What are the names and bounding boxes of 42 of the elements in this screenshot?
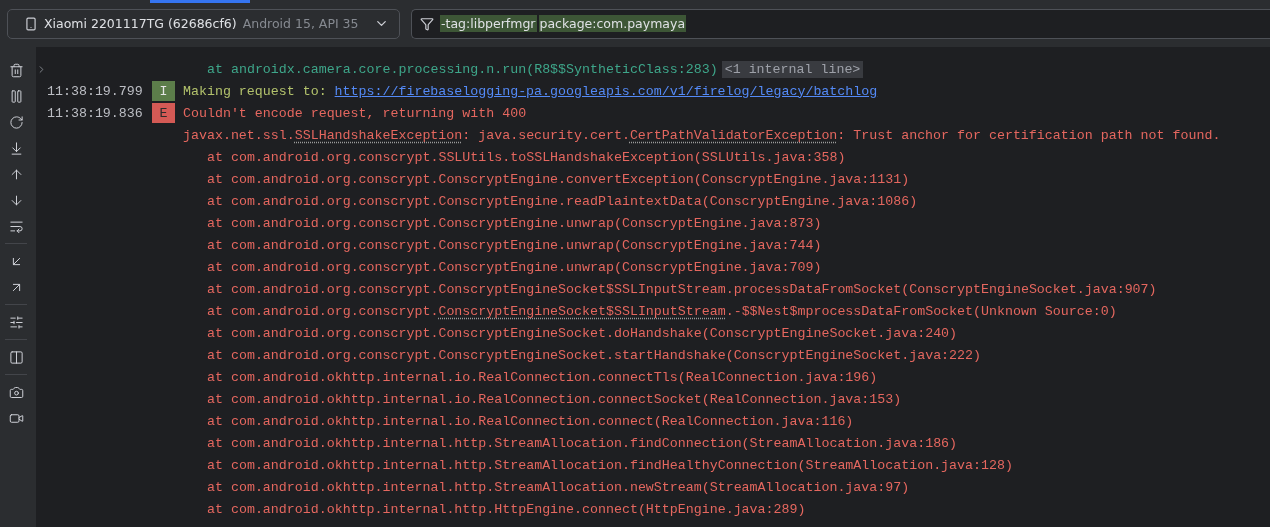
down-arrow-icon[interactable] [8,192,24,208]
stack-trace-line: at com.android.org.conscrypt.ConscryptEngine.unwrap(ConscryptEngine.java:873) [206,215,822,231]
stack-trace-line: at com.android.okhttp.internal.io.RealConnection.connect(RealConnection.java:116) [206,413,854,429]
stack-trace-line: at com.android.okhttp.internal.http.StreamAllocation.newStream(StreamAllocation.java:97) [206,479,910,495]
filter-field[interactable]: -tag:libperfmgr package:com.paymaya [411,8,1270,39]
stack-trace-line: at com.android.org.conscrypt.ConscryptEngine.convertException(ConscryptEngine.java:1131) [206,171,910,187]
timestamp: 11:38:19.799 [47,83,144,99]
soft-wrap-icon[interactable] [8,218,24,234]
stack-trace-line: at com.android.org.conscrypt.ConscryptEngineSocket.startHandshake(ConscryptEngineSocket.java:222) [206,347,981,363]
stack-trace-line: at com.android.okhttp.internal.io.RealConnection.connectSocket(RealConnection.java:153) [206,391,902,407]
stack-trace-line: at com.android.org.conscrypt.ConscryptEngineSocket$SSLInputStream.processDataFromSocket(ConscryptEngineSocket.java:907) [206,281,1157,297]
internal-lines-badge[interactable]: <1 internal line> [721,60,864,78]
log-level-badge: I [152,81,175,101]
filter-icon[interactable] [420,16,434,31]
stack-trace-line: at com.android.org.conscrypt.ConscryptEngine.unwrap(ConscryptEngine.java:709) [206,259,822,275]
phone-icon [24,16,38,31]
timestamp: 11:38:19.836 [47,105,144,121]
stack-trace-line: at com.android.org.conscrypt.ConscryptEngineSocket$SSLInputStream.-$$Nest$mprocessDataFromSocket(Unknown Source:0) [206,303,1117,319]
log-message: javax.net.ssl.SSLHandshakeException: java.security.cert.CertPathValidatorException: Trust anchor for certification path not found. [183,127,1221,143]
up-arrow-icon[interactable] [8,166,24,182]
log-message: Couldn't encode request, returning with 400 [183,105,527,121]
device-selector[interactable]: Xiaomi 2201117TG (62686cf6) Android 15, API 35 [7,8,400,39]
restart-icon[interactable] [8,114,24,130]
url-link[interactable]: https://firebaselogging-pa.googleapis.com/v1/firelog/legacy/batchlog [334,83,878,99]
stack-trace-line: at com.android.org.conscrypt.SSLUtils.toSSLHandshakeException(SSLUtils.java:358) [206,149,846,165]
stack-trace-line: at com.android.okhttp.internal.io.RealConnection.connectTls(RealConnection.java:196) [206,369,878,385]
stack-trace-line: at com.android.okhttp.internal.http.StreamAllocation.findHealthyConnection(StreamAllocation.java:128) [206,457,1013,473]
stack-trace-line: at com.android.org.conscrypt.ConscryptEngineSocket.doHandshake(ConscryptEngineSocket.java:240) [206,325,958,341]
clear-trash-icon[interactable] [8,62,24,78]
filter-token: -tag:libperfmgr [440,15,537,32]
stack-trace-line: at com.android.okhttp.internal.http.HttpEngine.connect(HttpEngine.java:289) [206,501,806,517]
stack-trace-line: at androidx.camera.core.processing.n.run(R8$$SyntheticClass:283) [206,61,718,77]
stack-trace-line: at com.android.okhttp.internal.http.StreamAllocation.findConnection(StreamAllocation.java:186) [206,435,958,451]
stack-trace-line: at com.android.org.conscrypt.ConscryptEngine.readPlaintextData(ConscryptEngine.java:1086) [206,193,918,209]
split-panel-icon[interactable] [8,349,24,365]
settings-sliders-icon[interactable] [8,314,24,330]
pause-icon[interactable] [8,88,24,104]
filter-token: package:com.paymaya [538,15,687,32]
stack-trace-line: at com.android.org.conscrypt.ConscryptEngine.unwrap(ConscryptEngine.java:744) [206,237,822,253]
log-level-badge: E [152,103,175,123]
camera-icon[interactable] [8,384,24,400]
log-message: Making request to: [183,83,328,99]
